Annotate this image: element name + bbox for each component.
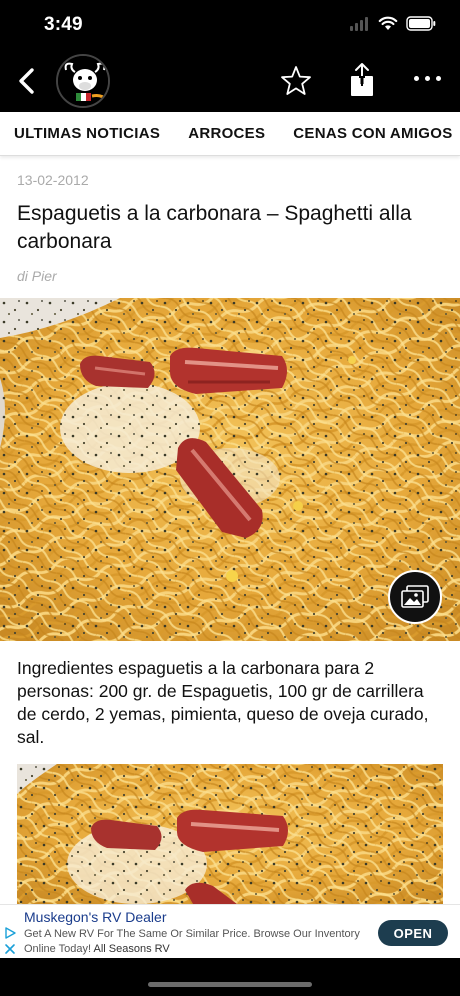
article-body: Ingredientes espaguetis a la carbonara p… <box>17 658 429 747</box>
status-icons <box>350 16 436 31</box>
article-author: di Pier <box>17 268 57 284</box>
home-bar <box>0 958 460 996</box>
ad-advertiser: All Seasons RV <box>93 943 170 955</box>
tab-arroces[interactable]: ARROCES <box>188 125 265 142</box>
more-dot <box>425 76 430 81</box>
app-logo[interactable] <box>56 54 110 108</box>
gallery-button[interactable] <box>388 570 442 624</box>
ad-description-text: Get A New RV For The Same Or Similar Pri… <box>24 928 360 955</box>
tab-ultimas-noticias[interactable]: ULTIMAS NOTICIAS <box>14 125 160 142</box>
home-indicator[interactable] <box>148 982 312 987</box>
ad-description: Get A New RV For The Same Or Similar Pri… <box>24 927 364 957</box>
adchoices-icon[interactable] <box>4 927 16 939</box>
spaghetti-photo-2 <box>17 764 443 904</box>
signal-icon <box>350 16 368 31</box>
star-icon[interactable] <box>280 65 312 97</box>
more-icon[interactable] <box>414 76 444 86</box>
bull-logo <box>58 56 108 106</box>
more-dot <box>414 76 419 81</box>
article-date: 13-02-2012 <box>17 172 89 188</box>
category-tabs: ULTIMAS NOTICIAS ARROCES CENAS CON AMIGO… <box>0 112 460 156</box>
screen: 3:49 ULTIMAS NOTICIAS ARROCES CENAS CON … <box>0 0 460 996</box>
tab-cenas-con-amigos[interactable]: CENAS CON AMIGOS <box>293 125 452 142</box>
status-time: 3:49 <box>44 14 83 35</box>
ad-banner[interactable]: Muskegon's RV Dealer Get A New RV For Th… <box>0 904 460 958</box>
photo-gallery-icon <box>401 585 429 608</box>
article-photo[interactable] <box>17 764 443 904</box>
battery-icon <box>406 16 436 31</box>
wifi-icon <box>378 16 398 30</box>
status-bar: 3:49 <box>0 0 460 50</box>
close-icon[interactable] <box>4 943 16 955</box>
chevron-left-icon[interactable] <box>14 66 40 96</box>
ad-open-button[interactable]: OPEN <box>378 920 448 946</box>
share-icon[interactable] <box>348 62 376 98</box>
article-title: Espaguetis a la carbonara – Spaghetti al… <box>17 202 412 253</box>
nav-bar <box>0 50 460 112</box>
more-dot <box>436 76 441 81</box>
ad-title[interactable]: Muskegon's RV Dealer <box>24 909 166 925</box>
